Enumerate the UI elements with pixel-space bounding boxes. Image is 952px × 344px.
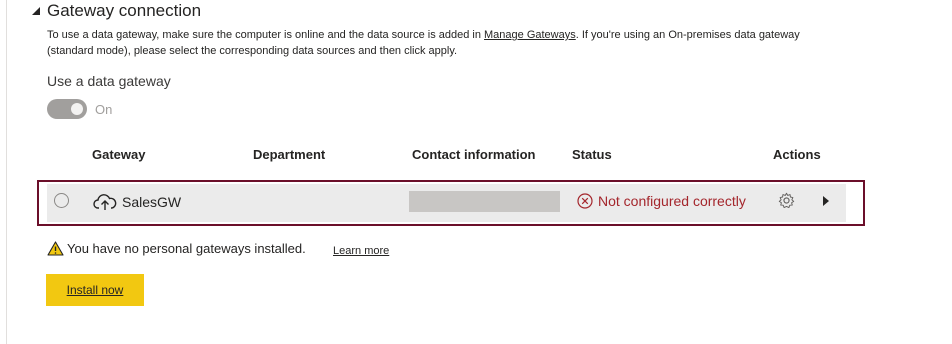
row-select-radio[interactable] xyxy=(54,193,69,208)
gateway-toggle-group: On xyxy=(47,99,112,119)
install-now-button[interactable]: Install now xyxy=(46,274,144,306)
cloud-upload-icon xyxy=(93,194,117,210)
table-row[interactable]: SalesGW Not configured correctly xyxy=(47,184,846,222)
collapse-triangle-icon[interactable] xyxy=(31,6,41,16)
learn-more-link[interactable]: Learn more xyxy=(333,245,389,257)
expand-row-icon[interactable] xyxy=(821,195,831,207)
toggle-state-text: On xyxy=(95,101,113,117)
manage-gateways-link[interactable]: Manage Gateways xyxy=(484,29,576,41)
column-header-status: Status xyxy=(572,147,612,162)
warning-icon xyxy=(47,241,64,256)
gateway-toggle-label: Use a data gateway xyxy=(47,73,171,89)
gateway-toggle[interactable] xyxy=(47,99,87,119)
contact-information-redacted xyxy=(409,191,560,212)
column-header-contact: Contact information xyxy=(412,147,536,162)
section-description: To use a data gateway, make sure the com… xyxy=(47,27,847,59)
section-header[interactable]: Gateway connection xyxy=(31,1,201,21)
gateway-connection-panel: Gateway connection To use a data gateway… xyxy=(6,0,952,344)
gear-icon[interactable] xyxy=(778,192,795,209)
column-header-actions: Actions xyxy=(773,147,821,162)
column-header-gateway: Gateway xyxy=(92,147,146,162)
column-header-department: Department xyxy=(253,147,326,162)
toggle-knob xyxy=(71,103,83,115)
gateway-name: SalesGW xyxy=(122,194,182,210)
status-text: Not configured correctly xyxy=(598,193,746,209)
warning-text: You have no personal gateways installed. xyxy=(67,241,306,256)
error-circle-icon xyxy=(577,193,593,209)
gateway-table-header: Gateway Department Contact information S… xyxy=(7,147,952,167)
personal-gateway-warning: You have no personal gateways installed. xyxy=(47,241,306,256)
description-text: To use a data gateway, make sure the com… xyxy=(47,29,485,41)
section-title: Gateway connection xyxy=(47,1,202,20)
